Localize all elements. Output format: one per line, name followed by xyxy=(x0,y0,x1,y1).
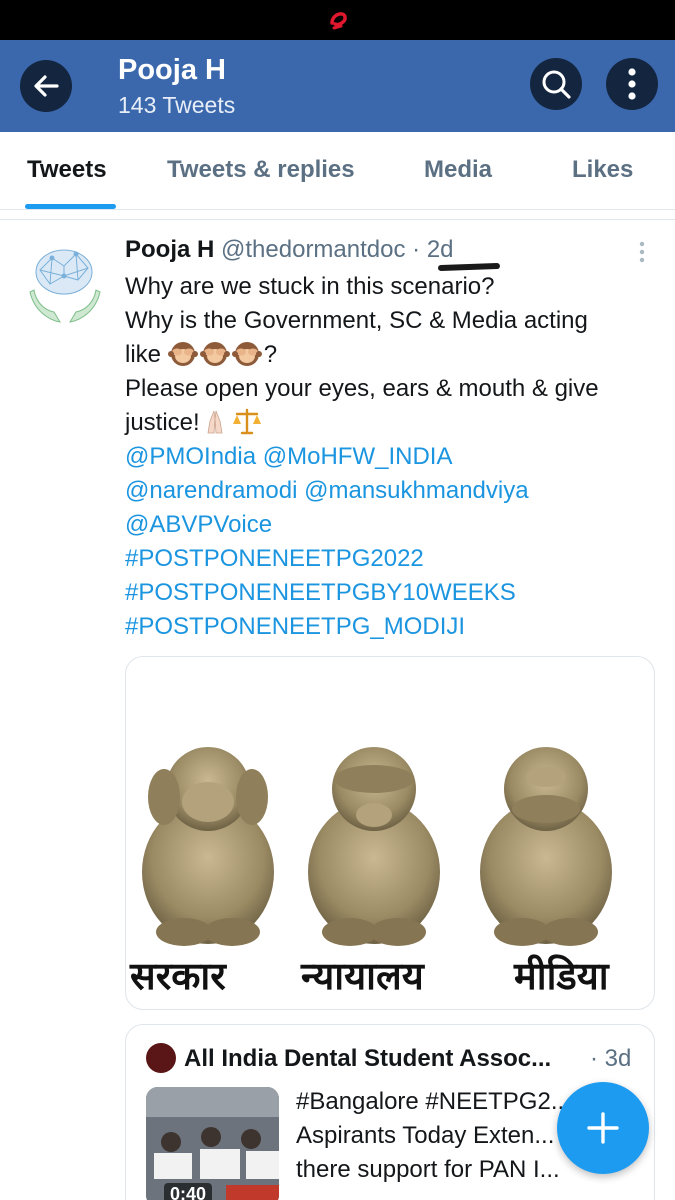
image-caption: सरकार xyxy=(130,954,226,998)
tweet-header: Pooja H @thedormantdoc · 2d xyxy=(125,236,454,264)
divider xyxy=(0,219,675,220)
search-icon xyxy=(542,70,571,99)
tweet-line: Please open your eyes, ears & mouth & gi… xyxy=(125,375,599,402)
more-options-button[interactable] xyxy=(606,58,658,110)
carrier-logo-icon xyxy=(330,12,347,30)
balance-scale-icon xyxy=(232,408,261,435)
tweet-image[interactable]: सरकार न्यायालय मीडिया xyxy=(125,656,655,1010)
tweet-line-suffix: ? xyxy=(263,341,278,368)
quoted-line: #Bangalore #NEETPG2... xyxy=(296,1088,571,1115)
folded-hands-icon xyxy=(207,410,223,434)
tweet-line-text: justice! xyxy=(125,409,200,436)
arrow-left-icon xyxy=(34,75,59,97)
hashtag-link[interactable]: #POSTPONENEETPG2022 xyxy=(125,542,655,576)
quoted-text: #Bangalore #NEETPG2... Aspirants Today E… xyxy=(296,1085,571,1187)
mention-link[interactable]: @ABVPVoice xyxy=(125,508,655,542)
tweet-author-name[interactable]: Pooja H xyxy=(125,236,214,263)
search-button[interactable] xyxy=(530,58,582,110)
separator-dot: · xyxy=(590,1045,598,1072)
quoted-timestamp: · 3d xyxy=(590,1045,631,1073)
compose-tweet-button[interactable] xyxy=(557,1082,649,1174)
tab-likes[interactable]: Likes xyxy=(572,156,633,184)
vertical-dots-icon xyxy=(628,68,636,100)
profile-tabs: Tweets Tweets & replies Media Likes xyxy=(0,132,675,210)
video-duration: 0:40 xyxy=(164,1183,213,1200)
quoted-line: Aspirants Today Exten... xyxy=(296,1122,555,1149)
tab-media[interactable]: Media xyxy=(424,156,492,184)
image-caption: न्यायालय xyxy=(301,954,424,998)
tweet-line: Why are we stuck in this scenario? xyxy=(125,273,495,300)
quoted-author-name: All India Dental Student Assoc... xyxy=(184,1045,552,1072)
quoted-line: there support for PAN I... xyxy=(296,1156,560,1183)
tweet-text: Why are we stuck in this scenario? Why i… xyxy=(125,270,655,644)
avatar[interactable] xyxy=(24,240,106,330)
tweet-line: like ? xyxy=(125,338,655,372)
tweet-author-handle[interactable]: @thedormantdoc xyxy=(221,236,405,263)
see-no-evil-monkey-icon xyxy=(231,342,262,366)
status-bar xyxy=(0,0,675,40)
quoted-time: 3d xyxy=(604,1045,632,1072)
hashtag-link[interactable]: #POSTPONENEETPGBY10WEEKS xyxy=(125,576,655,610)
profile-name: Pooja H xyxy=(118,54,226,86)
active-tab-indicator xyxy=(25,204,116,209)
tweet-line-prefix: like xyxy=(125,341,168,368)
tab-tweets[interactable]: Tweets xyxy=(27,156,107,184)
tab-tweets-and-replies[interactable]: Tweets & replies xyxy=(167,156,355,184)
profile-header: Pooja H 143 Tweets xyxy=(0,40,675,132)
separator-dot: · xyxy=(412,236,421,263)
tweet-count: 143 Tweets xyxy=(118,92,236,118)
mention-link[interactable]: @narendramodi @mansukhmandviya xyxy=(125,474,655,508)
back-button[interactable] xyxy=(20,60,72,112)
tweet-menu-icon[interactable] xyxy=(632,240,652,264)
see-no-evil-monkey-icon xyxy=(199,342,230,366)
quoted-avatar xyxy=(146,1043,176,1073)
see-no-evil-monkey-icon xyxy=(167,342,198,366)
tweet-line: justice! xyxy=(125,406,655,440)
hashtag-link[interactable]: #POSTPONENEETPG_MODIJI xyxy=(125,610,655,644)
mention-link[interactable]: @PMOIndia @MoHFW_INDIA xyxy=(125,440,655,474)
tweet-line: Why is the Government, SC & Media acting xyxy=(125,307,588,334)
image-caption: मीडिया xyxy=(514,954,609,998)
tweet-timestamp[interactable]: 2d xyxy=(427,236,454,263)
plus-icon xyxy=(587,1112,619,1144)
